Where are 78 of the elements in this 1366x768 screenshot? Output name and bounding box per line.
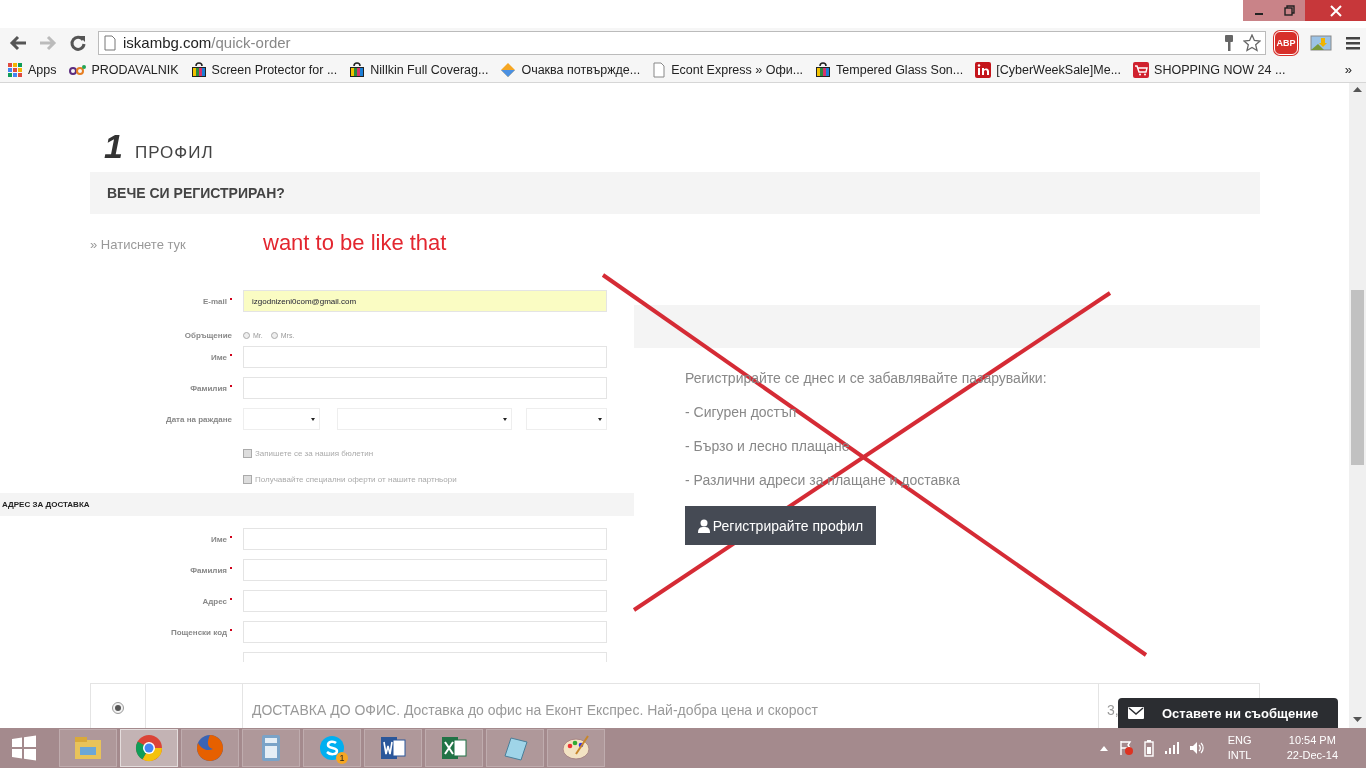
- diamond-icon: [500, 61, 517, 78]
- caret-icon: [311, 417, 315, 421]
- section-title: ПРОФИЛ: [134, 143, 214, 163]
- close-button[interactable]: [1305, 0, 1366, 21]
- apps-grid-icon: [7, 61, 23, 78]
- bookmark[interactable]: Apps: [7, 61, 57, 78]
- taskbar-button[interactable]: 1: [303, 729, 361, 767]
- benefit-text: - Бързо и лесно плащане: [685, 438, 851, 455]
- field-label: Адрес: [202, 596, 227, 606]
- shopping-bag-icon: [815, 61, 832, 78]
- registered-header-bar: ВЕЧЕ СИ РЕГИСТРИРАН?: [90, 172, 1260, 214]
- star-icon[interactable]: [1243, 33, 1261, 52]
- register-button[interactable]: Регистрирайте профил: [685, 506, 876, 545]
- text-field[interactable]: [243, 621, 607, 643]
- bookmark[interactable]: Очаква потвържде...: [500, 61, 641, 78]
- bookmark[interactable]: PRODAVALNIK: [68, 61, 179, 78]
- user-icon: [697, 518, 710, 533]
- price-text: 3,: [1107, 702, 1119, 718]
- page-icon: [103, 34, 117, 51]
- envelope-icon: [1128, 707, 1144, 719]
- taskbar-button[interactable]: [364, 729, 422, 767]
- field-label: Пощенски код: [170, 627, 227, 637]
- address-bar[interactable]: iskambg.com/quick-order: [98, 30, 1266, 55]
- close-icon: [1329, 4, 1342, 17]
- minimize-icon: [1254, 13, 1263, 15]
- notification-badge: 1: [336, 752, 348, 764]
- text-field[interactable]: [243, 559, 607, 581]
- adblock-extension-button[interactable]: ABP: [1274, 30, 1298, 55]
- shopping-bag-icon: [349, 61, 366, 78]
- cart-icon: [1133, 61, 1150, 78]
- menu-icon[interactable]: [1344, 34, 1362, 51]
- page-icon: [652, 61, 667, 78]
- annotation-text: want to be like that: [263, 230, 447, 256]
- battery-icon[interactable]: [1142, 739, 1155, 757]
- field-label: E-mail: [203, 296, 227, 306]
- speaker-icon[interactable]: [1188, 741, 1205, 755]
- bookmark[interactable]: SHOPPING NOW 24 ...: [1133, 61, 1286, 78]
- field-label: Дата на раждане: [165, 414, 232, 424]
- taskbar-button[interactable]: [120, 729, 178, 767]
- text-field[interactable]: izgodnizeni0com@gmail.com: [243, 290, 607, 312]
- more-bookmarks-button[interactable]: »: [1344, 62, 1352, 77]
- bookmark[interactable]: Econt Express » Офи...: [652, 61, 804, 78]
- field-label: Обръщение: [184, 330, 232, 340]
- caret-up-icon[interactable]: [1098, 744, 1109, 752]
- field-label: Име: [210, 352, 227, 362]
- key-icon[interactable]: [1223, 33, 1235, 52]
- windows-logo-icon: [11, 735, 37, 761]
- firefox-icon: [194, 732, 226, 764]
- text-field[interactable]: [243, 528, 607, 550]
- delivery-text: ДОСТАВКА ДО ОФИС. Доставка до офис на Еконт Експрес. Най-добра цена и скорост: [252, 702, 818, 718]
- text-field[interactable]: [243, 590, 607, 612]
- shopping-bag-icon: [190, 61, 207, 78]
- taskbar-button[interactable]: [425, 729, 483, 767]
- url-text: iskambg.com/quick-order: [123, 34, 291, 51]
- section-header: АДРЕС ЗА ДОСТАВКА: [0, 493, 634, 516]
- benefit-text: - Сигурен достъп: [685, 404, 798, 421]
- restore-icon: [1284, 5, 1295, 16]
- caret-icon: [598, 417, 602, 421]
- bookmark[interactable]: Tempered Glass Son...: [815, 61, 964, 78]
- text-field[interactable]: [243, 346, 607, 368]
- benefit-text: - Различни адреси за плащане и доставка: [685, 472, 961, 489]
- bookmark[interactable]: [CyberWeekSale]Me...: [975, 61, 1122, 78]
- step-number: 1: [104, 127, 123, 166]
- chrome-icon: [133, 732, 165, 764]
- image-download-icon[interactable]: [1310, 33, 1332, 52]
- chat-button[interactable]: Оставете ни съобщение: [1118, 698, 1338, 728]
- field-label: Фамилия: [190, 383, 227, 393]
- scrollbar-drawing[interactable]: [1349, 83, 1366, 728]
- bookmark[interactable]: Screen Protector for ...: [190, 61, 338, 78]
- radio-button[interactable]: [112, 702, 124, 714]
- bookmark[interactable]: Nillkin Full Coverag...: [349, 61, 489, 78]
- square-logo-icon: [975, 61, 992, 78]
- field-label: Фамилия: [190, 565, 227, 575]
- text-field[interactable]: [243, 377, 607, 399]
- flag-icon[interactable]: [1117, 740, 1134, 756]
- caret-icon: [503, 417, 507, 421]
- signal-icon[interactable]: [1163, 741, 1180, 755]
- field-label: Име: [210, 534, 227, 544]
